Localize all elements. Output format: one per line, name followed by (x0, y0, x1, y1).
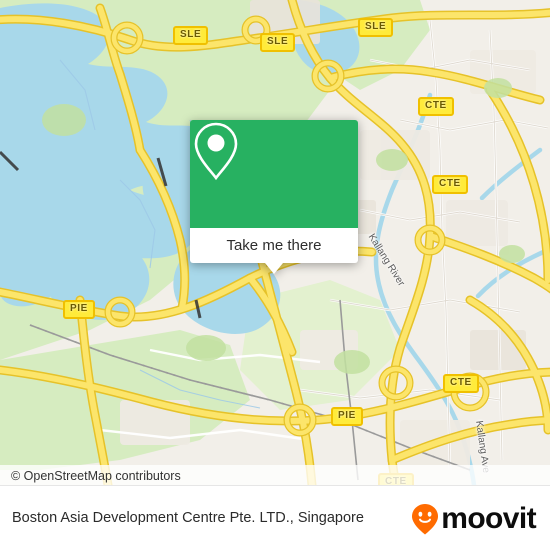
map-canvas[interactable]: SLE SLE SLE CTE CTE PIE CTE PIE CTE Kall… (0, 0, 550, 485)
shield-cte-3: CTE (443, 374, 479, 393)
shield-sle-1: SLE (173, 26, 209, 45)
take-me-there-button[interactable]: Take me there (190, 228, 358, 263)
shield-sle-2: SLE (260, 33, 296, 52)
moovit-logo[interactable]: moovit (410, 502, 550, 536)
moovit-wordmark: moovit (441, 501, 536, 535)
moovit-pin-icon (412, 503, 439, 534)
location-popup-card[interactable]: Take me there (190, 120, 358, 274)
shield-cte-1: CTE (418, 97, 454, 116)
map-attribution-bar: © OpenStreetMap contributors (0, 465, 550, 485)
shield-sle-3: SLE (358, 18, 394, 37)
shield-pie-2: PIE (331, 407, 363, 426)
shield-pie-1: PIE (63, 300, 95, 319)
take-me-there-label: Take me there (226, 237, 322, 254)
popup-pointer-tail (265, 263, 283, 274)
moovit-map-screen: SLE SLE SLE CTE CTE PIE CTE PIE CTE Kall… (0, 0, 550, 550)
attribution-text: © OpenStreetMap contributors (11, 469, 181, 483)
popup-icon-area (190, 120, 358, 228)
shield-cte-2: CTE (432, 175, 468, 194)
place-title: Boston Asia Development Centre Pte. LTD.… (12, 510, 364, 526)
footer-bar: Boston Asia Development Centre Pte. LTD.… (0, 485, 550, 550)
map-pin-icon (194, 122, 238, 181)
